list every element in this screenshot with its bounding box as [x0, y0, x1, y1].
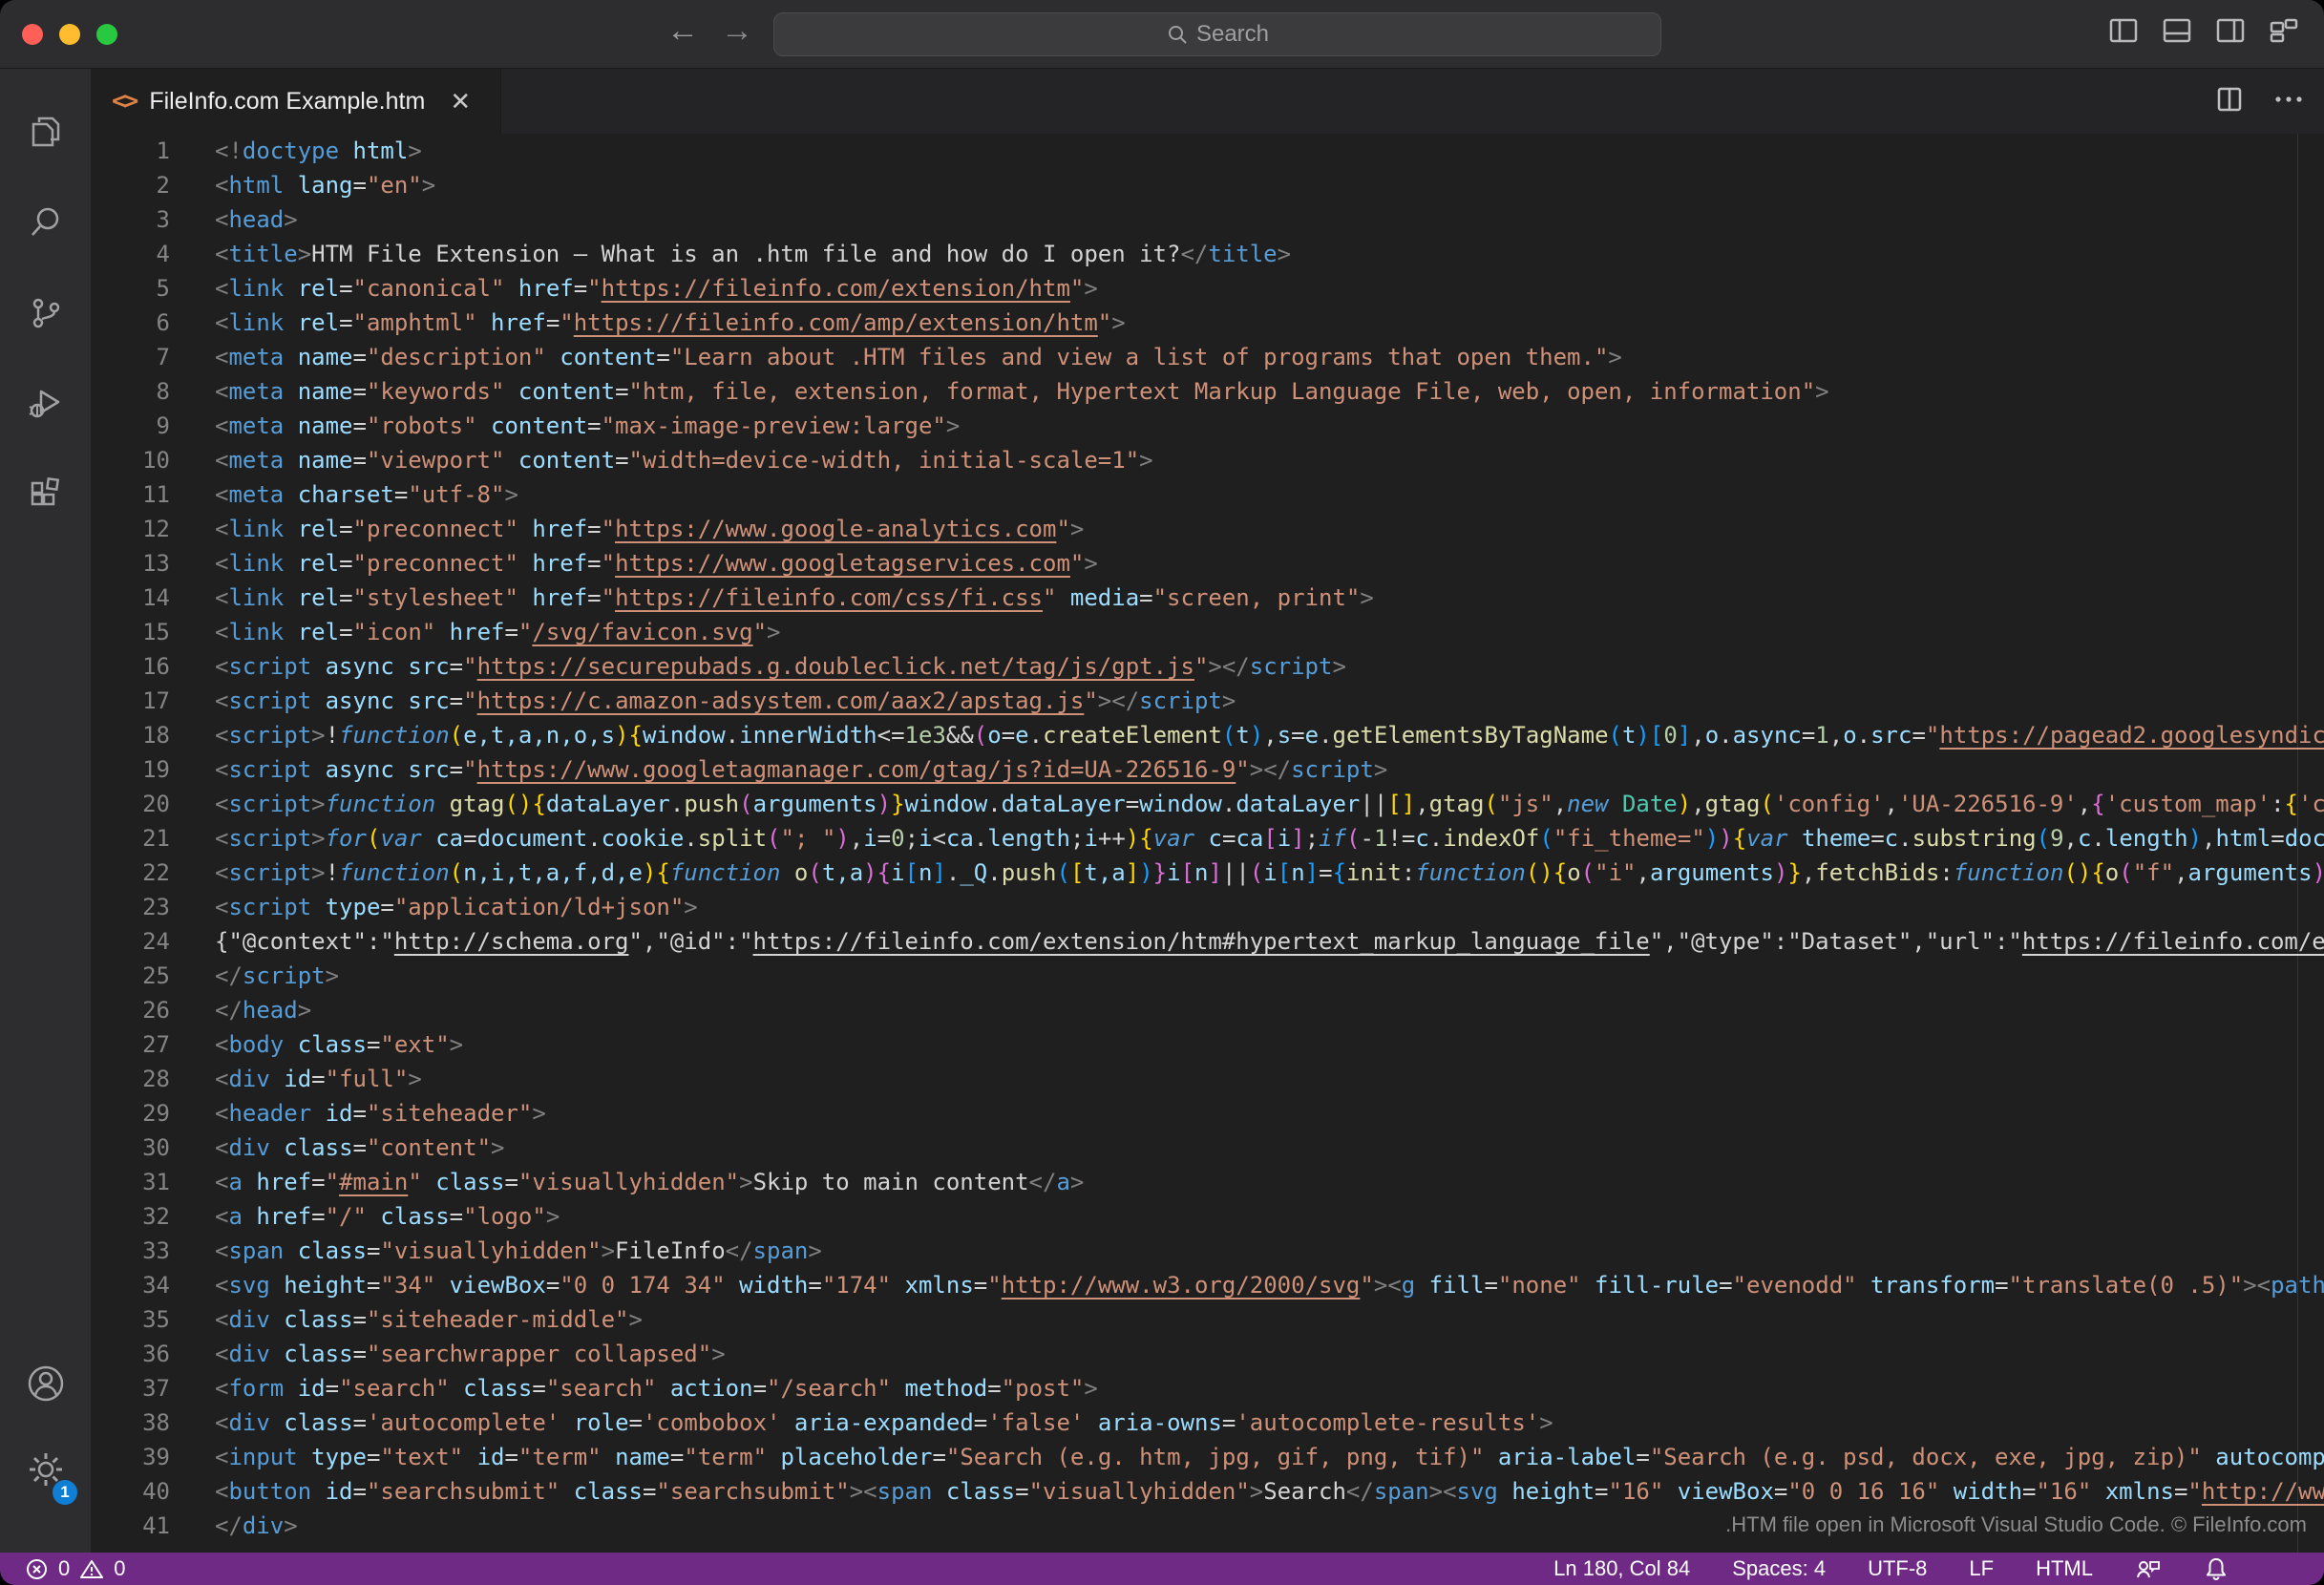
language-mode[interactable]: HTML [2036, 1556, 2093, 1581]
warnings-icon[interactable] [79, 1557, 104, 1581]
html-file-icon: <> [112, 87, 136, 116]
split-editor-icon[interactable] [2215, 85, 2244, 118]
errors-count[interactable]: 0 [58, 1556, 70, 1581]
minimize-window-button[interactable] [59, 24, 80, 45]
encoding[interactable]: UTF-8 [1868, 1556, 1927, 1581]
indentation[interactable]: Spaces: 4 [1732, 1556, 1826, 1581]
run-debug-icon[interactable] [0, 358, 91, 449]
accounts-icon[interactable] [0, 1338, 91, 1428]
tab-bar: <> FileInfo.com Example.htm ✕ [91, 69, 2324, 134]
search-icon [1166, 23, 1189, 46]
overview-ruler-line [2297, 134, 2298, 1553]
title-bar: ← → Search [0, 0, 2324, 69]
toggle-primary-sidebar-icon[interactable] [2108, 15, 2139, 46]
vscode-window: ← → Search [0, 0, 2324, 1585]
watermark-text: .HTM file open in Microsoft Visual Studi… [1725, 1512, 2307, 1537]
errors-icon[interactable] [25, 1557, 49, 1581]
more-actions-icon[interactable] [2272, 85, 2305, 118]
notifications-bell-icon[interactable] [2204, 1556, 2229, 1582]
activity-bar: 1 [0, 69, 91, 1553]
settings-gear-icon[interactable]: 1 [0, 1424, 91, 1514]
code-lines: <!doctype html><html lang="en"><head><ti… [215, 134, 2324, 1543]
search-input[interactable]: Search [773, 12, 1661, 56]
close-window-button[interactable] [22, 24, 43, 45]
gutter: 1234567891011121314151617181920212223242… [91, 134, 170, 1543]
source-control-icon[interactable] [0, 267, 91, 358]
feedback-icon[interactable] [2135, 1556, 2162, 1581]
search-placeholder: Search [1196, 21, 1269, 48]
tab-title: FileInfo.com Example.htm [149, 88, 425, 116]
tab-fileinfo-example[interactable]: <> FileInfo.com Example.htm ✕ [91, 69, 501, 134]
warnings-count[interactable]: 0 [114, 1556, 125, 1581]
tab-close-icon[interactable]: ✕ [450, 87, 471, 116]
search-sidebar-icon[interactable] [0, 177, 91, 267]
toggle-secondary-sidebar-icon[interactable] [2215, 15, 2246, 46]
status-bar: 0 0 Ln 180, Col 84 Spaces: 4 UTF-8 LF HT… [0, 1553, 2324, 1585]
cursor-position[interactable]: Ln 180, Col 84 [1553, 1556, 1690, 1581]
customize-layout-icon[interactable] [2269, 15, 2299, 46]
settings-badge: 1 [53, 1480, 77, 1505]
back-arrow-icon[interactable]: ← [662, 12, 704, 50]
eol-sequence[interactable]: LF [1969, 1556, 1994, 1581]
toggle-panel-icon[interactable] [2162, 15, 2192, 46]
forward-arrow-icon[interactable]: → [716, 12, 758, 50]
maximize-window-button[interactable] [96, 24, 117, 45]
editor-pane[interactable]: 1234567891011121314151617181920212223242… [91, 134, 2324, 1553]
extensions-icon[interactable] [0, 449, 91, 539]
explorer-icon[interactable] [0, 86, 91, 177]
